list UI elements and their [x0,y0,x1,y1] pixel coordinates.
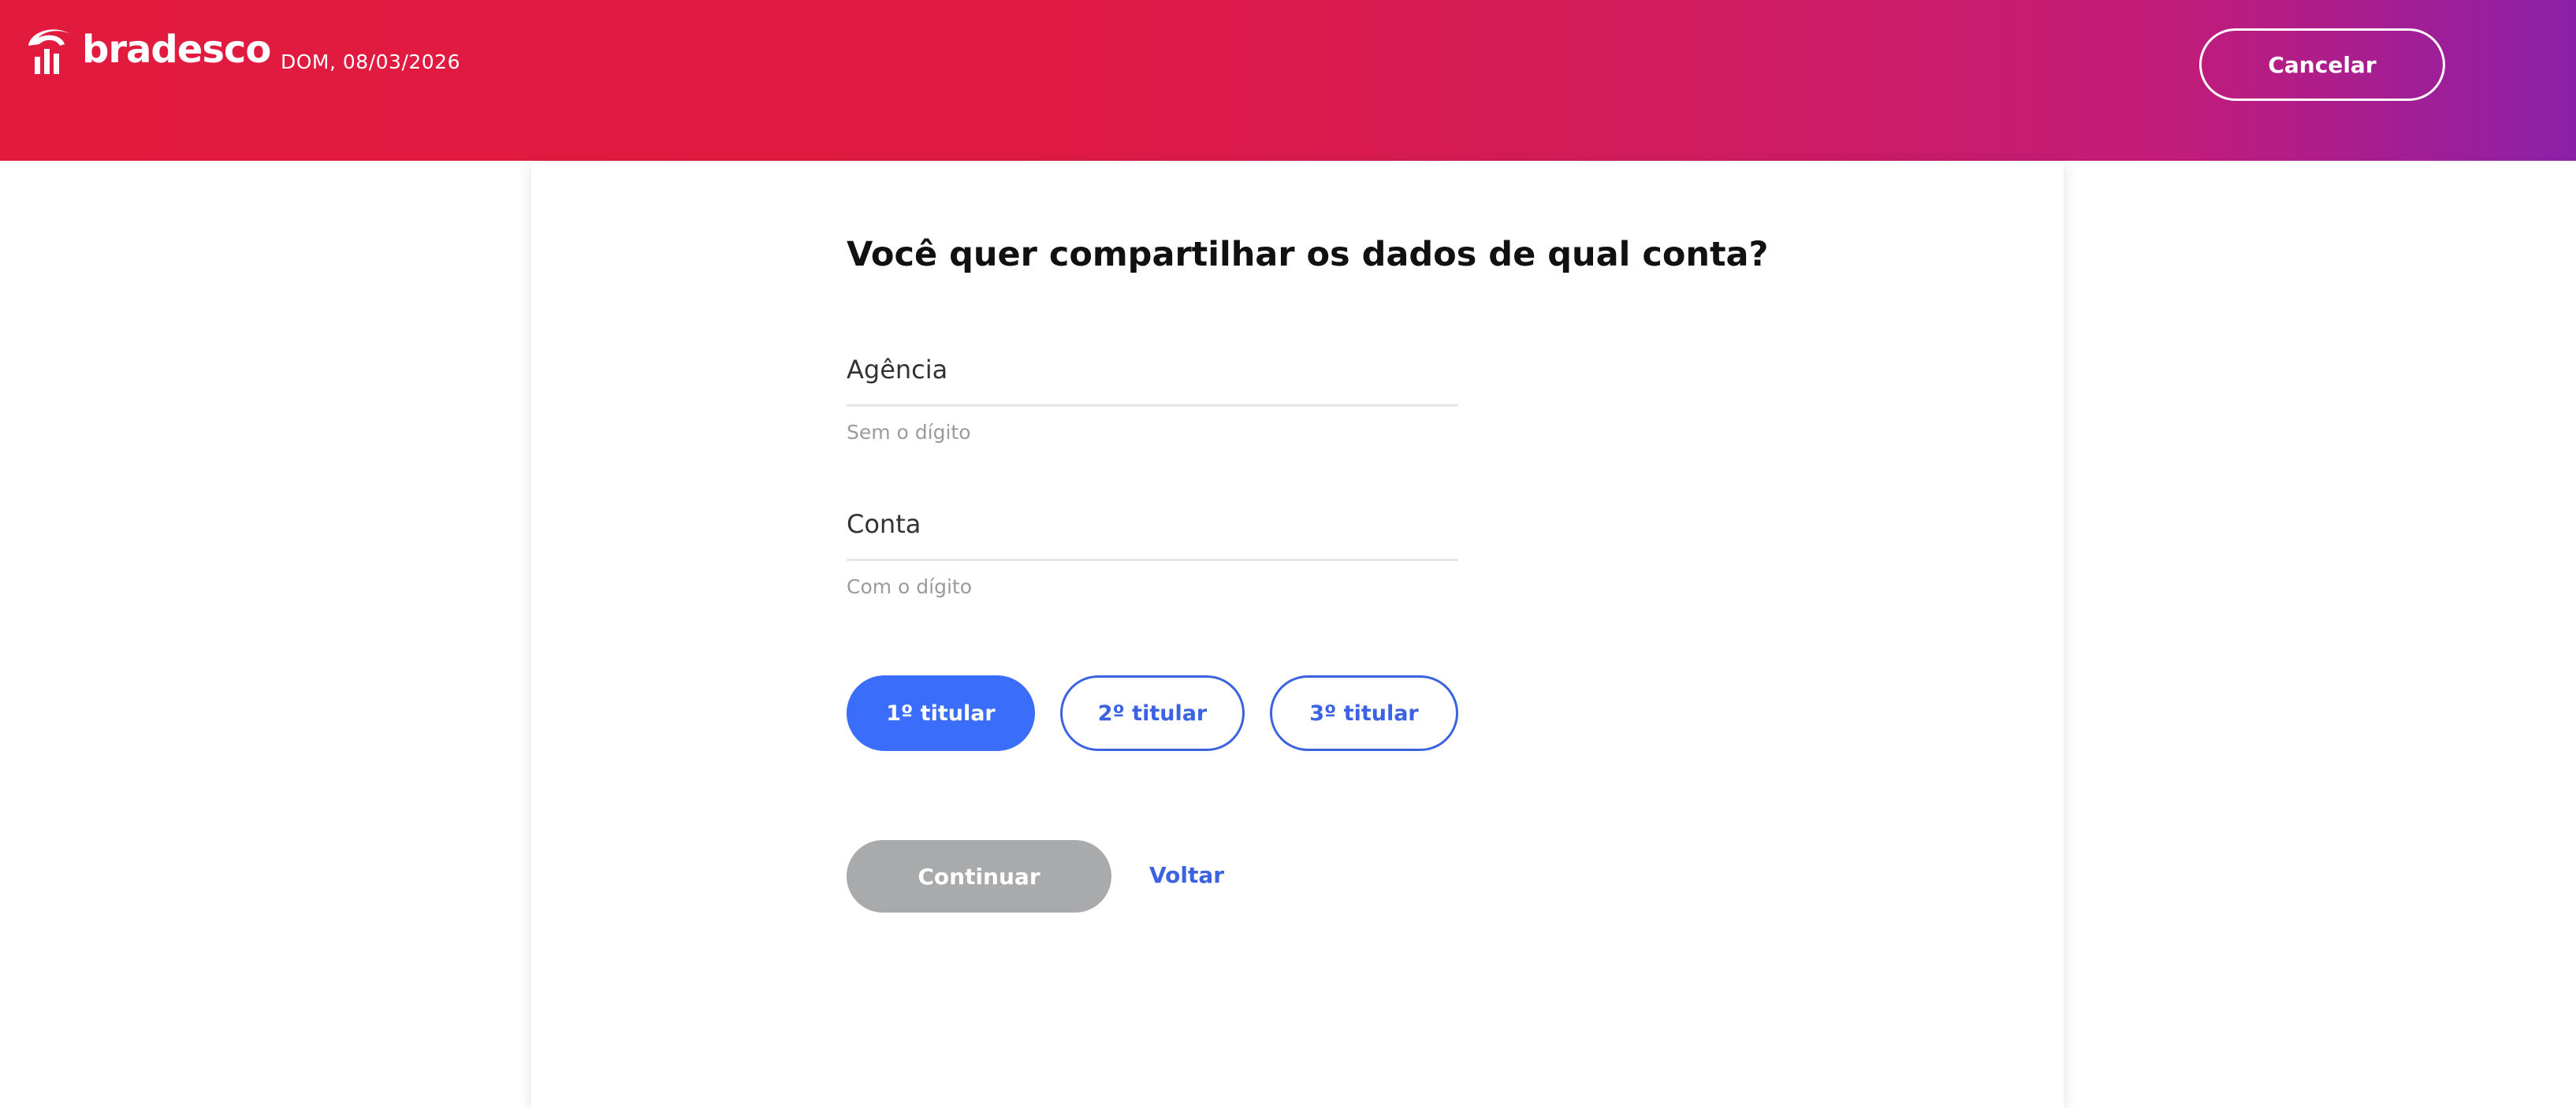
cancel-button[interactable]: Cancelar [2199,28,2445,101]
agency-label[interactable]: Agência [847,355,947,385]
holder-3-button[interactable]: 3º titular [1270,675,1458,751]
bradesco-logo: bradesco [24,22,271,77]
holder-1-button[interactable]: 1º titular [847,675,1035,751]
account-hint: Com o dígito [847,575,973,598]
main-card [531,161,2064,1108]
bradesco-tree-logo-icon [24,22,79,77]
page-title: Você quer compartilhar os dados de qual … [847,235,1769,274]
back-link[interactable]: Voltar [1149,862,1224,888]
brand-name: bradesco [82,28,271,72]
agency-hint: Sem o dígito [847,421,971,444]
holder-2-button[interactable]: 2º titular [1060,675,1245,751]
account-label[interactable]: Conta [847,509,921,539]
continue-button[interactable]: Continuar [847,840,1111,913]
account-underline [847,559,1458,561]
current-date: DOM, 08/03/2026 [281,50,460,73]
top-header: bradesco DOM, 08/03/2026 Cancelar [0,0,2576,161]
agency-underline [847,404,1458,407]
